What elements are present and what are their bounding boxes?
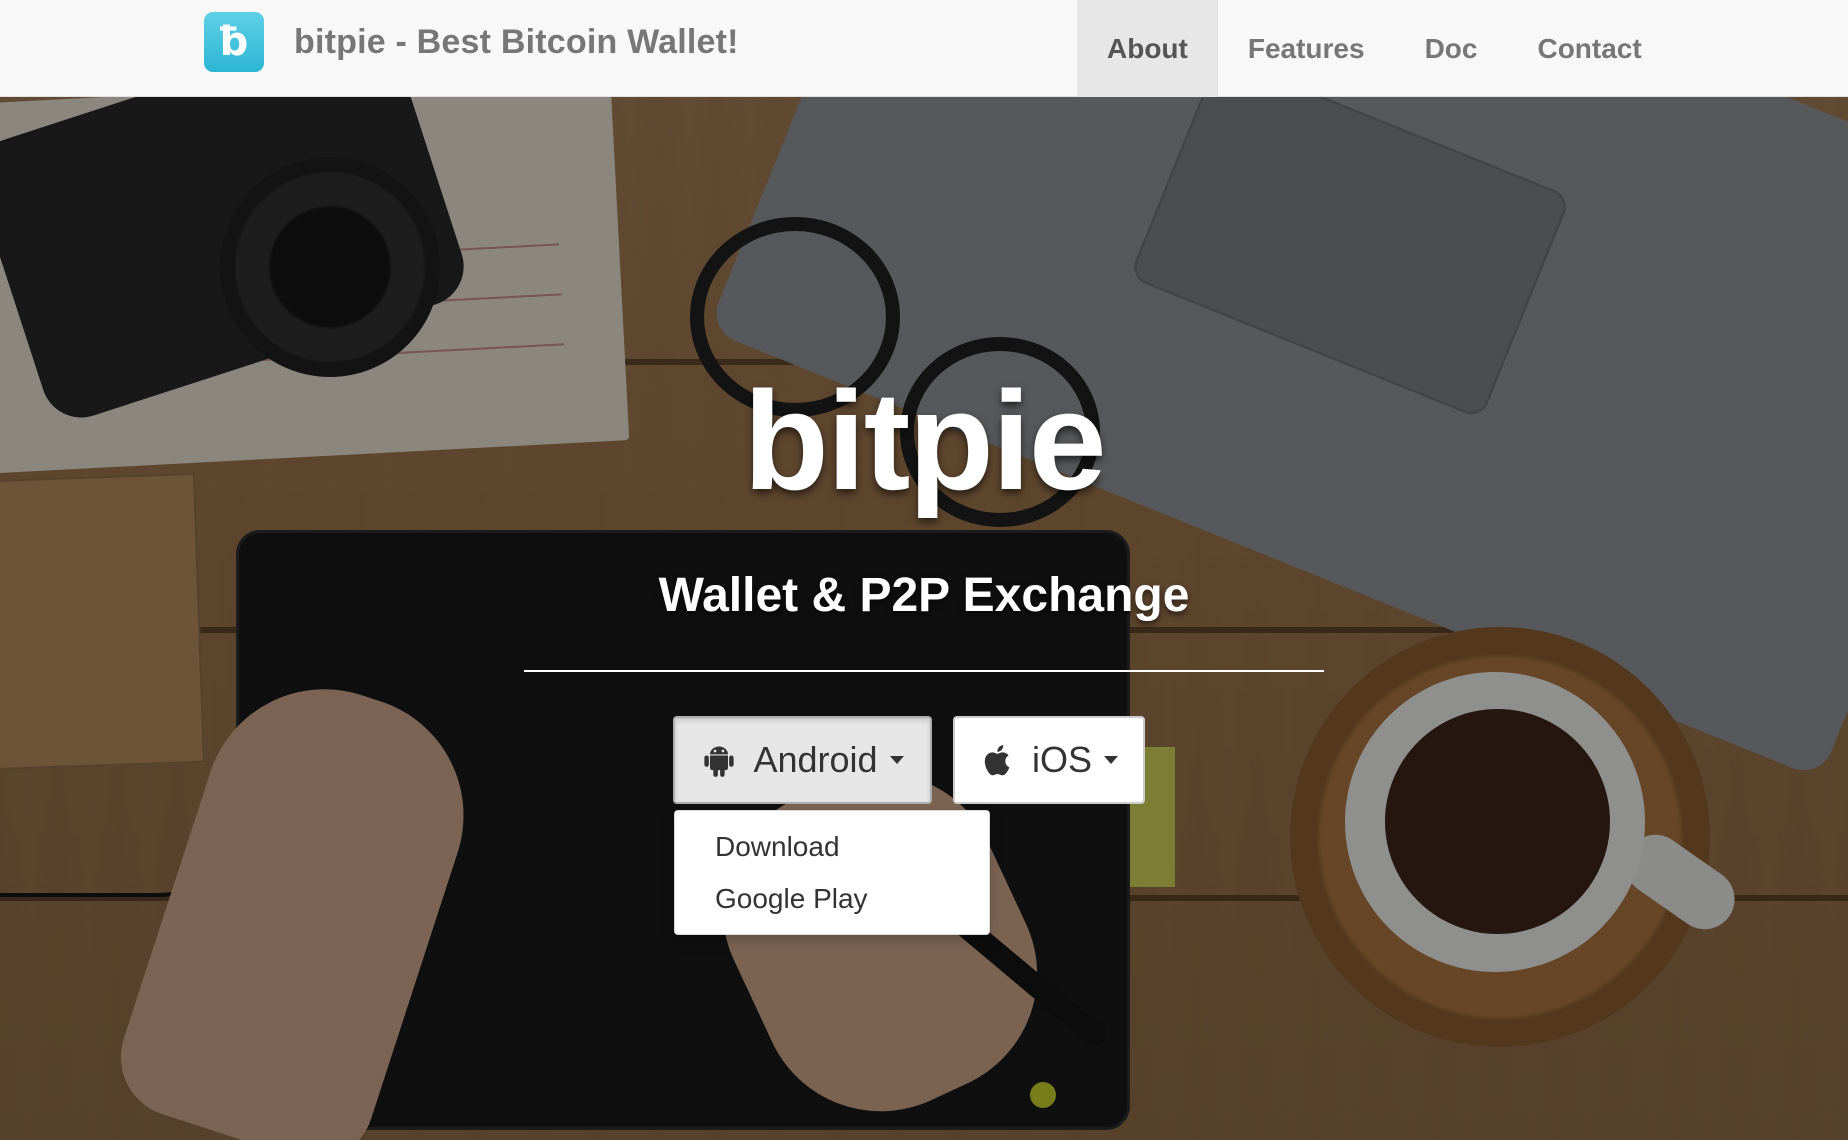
hero-title: bitpie bbox=[743, 362, 1106, 519]
nav-item-features[interactable]: Features bbox=[1218, 0, 1395, 97]
bitpie-logo-icon: ƀ bbox=[204, 12, 264, 72]
apple-icon bbox=[984, 745, 1010, 776]
main-nav: About Features Doc Contact bbox=[1077, 0, 1672, 97]
android-dropdown-button[interactable]: Android bbox=[673, 716, 932, 804]
caret-down-icon bbox=[889, 756, 904, 764]
android-button-label: Android bbox=[753, 739, 878, 780]
nav-item-doc[interactable]: Doc bbox=[1395, 0, 1508, 97]
android-icon bbox=[704, 746, 735, 777]
hero-content: bitpie Wallet & P2P Exchange Android iOS… bbox=[0, 0, 1848, 1140]
brand-link[interactable]: ƀ bitpie - Best Bitcoin Wallet! bbox=[204, 12, 739, 72]
nav-item-contact[interactable]: Contact bbox=[1507, 0, 1671, 97]
android-dropdown-menu: Download Google Play bbox=[674, 810, 990, 935]
nav-item-about[interactable]: About bbox=[1077, 0, 1218, 97]
brand-title: bitpie - Best Bitcoin Wallet! bbox=[294, 22, 739, 61]
ios-dropdown-button[interactable]: iOS bbox=[953, 716, 1145, 804]
dropdown-item-download[interactable]: Download bbox=[675, 821, 989, 873]
dropdown-item-google-play[interactable]: Google Play bbox=[675, 873, 989, 925]
caret-down-icon bbox=[1104, 756, 1118, 764]
ios-button-label: iOS bbox=[1031, 739, 1092, 780]
hero-subtitle: Wallet & P2P Exchange bbox=[658, 569, 1190, 622]
hero-divider bbox=[524, 670, 1324, 672]
top-navbar: ƀ bitpie - Best Bitcoin Wallet! About Fe… bbox=[0, 0, 1848, 97]
